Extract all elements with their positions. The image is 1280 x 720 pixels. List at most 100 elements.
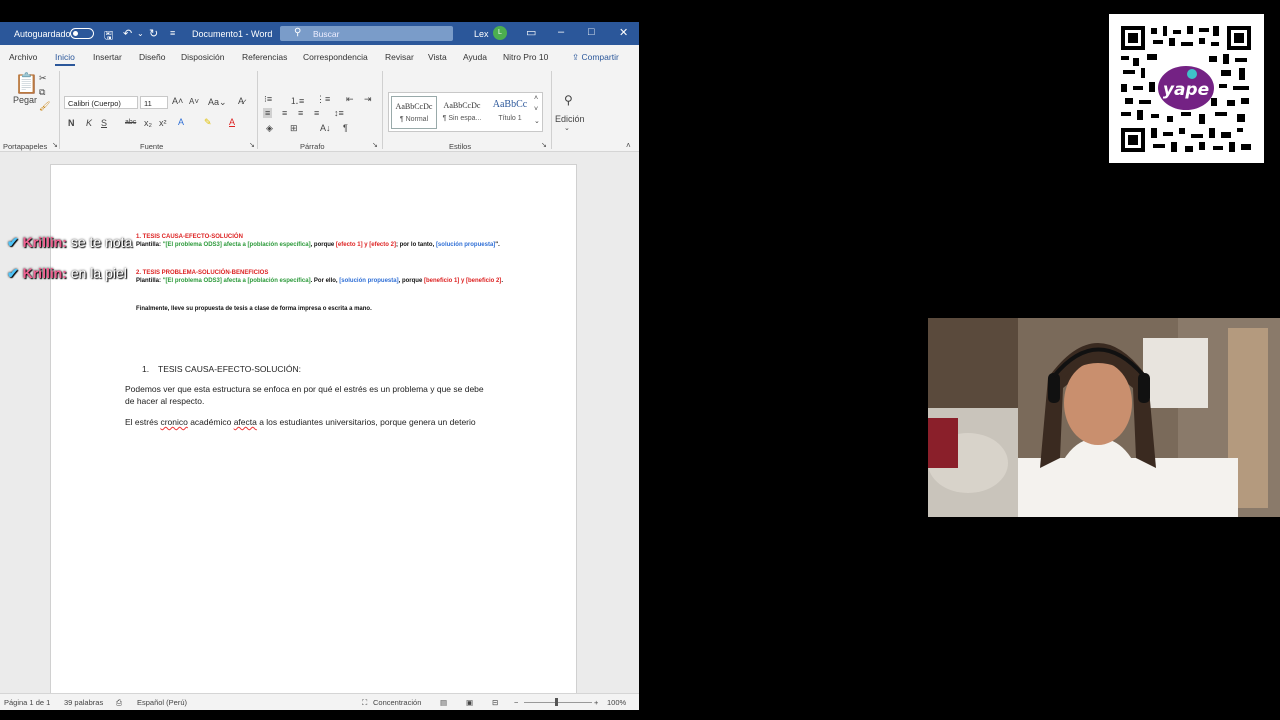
- tab-correspondencia[interactable]: Correspondencia: [303, 52, 368, 62]
- tab-vista[interactable]: Vista: [428, 52, 447, 62]
- styles-more-icon[interactable]: ⌄: [534, 117, 540, 125]
- change-case-icon[interactable]: Aa⌄: [208, 97, 227, 108]
- misspelled-word[interactable]: afecta: [234, 417, 257, 427]
- justify-icon[interactable]: ≡: [314, 108, 319, 118]
- text-run: a los estudiantes universitarios, porque…: [256, 417, 476, 427]
- format-painter-icon[interactable]: 🖌: [39, 101, 50, 112]
- cut-icon[interactable]: ✂: [39, 73, 47, 84]
- redo-icon[interactable]: ↻: [149, 27, 158, 40]
- shading-icon[interactable]: ◈: [266, 123, 273, 134]
- template-part: [efecto 1] y [efecto 2]: [335, 242, 396, 248]
- font-name-select[interactable]: Calibri (Cuerpo): [64, 96, 138, 109]
- tab-diseno[interactable]: Diseño: [139, 52, 165, 62]
- webcam-image: [928, 318, 1280, 517]
- italic-button[interactable]: K: [86, 118, 92, 128]
- borders-icon[interactable]: ⊞: [290, 123, 298, 134]
- editing-dropdown-icon[interactable]: ⌄: [564, 124, 570, 132]
- language[interactable]: Español (Perú): [137, 698, 187, 707]
- word-count[interactable]: 39 palabras: [64, 698, 103, 707]
- line-spacing-icon[interactable]: ↕≡: [334, 108, 344, 118]
- autosave-toggle[interactable]: [70, 28, 94, 39]
- minimize-icon[interactable]: –: [558, 26, 564, 38]
- subscript-button[interactable]: x₂: [144, 118, 152, 128]
- list-item: TESIS CAUSA-EFECTO-SOLUCIÓN:: [158, 364, 301, 374]
- show-marks-icon[interactable]: ¶: [343, 123, 348, 133]
- paragraph-launcher-icon[interactable]: ↘: [372, 141, 378, 149]
- styles-scroll-down-icon[interactable]: ˅: [534, 106, 538, 113]
- align-left-icon[interactable]: ≡: [263, 108, 273, 118]
- page-count[interactable]: Página 1 de 1: [4, 698, 50, 707]
- superscript-button[interactable]: x²: [159, 118, 167, 128]
- styles-gallery: AaBbCcDc ¶ Normal AaBbCcDc ¶ Sin espa...…: [388, 92, 543, 132]
- qr-code: yape: [1109, 14, 1264, 163]
- undo-icon[interactable]: ↶: [123, 27, 132, 40]
- increase-indent-icon[interactable]: ⇥: [364, 94, 372, 105]
- numbering-icon[interactable]: ⒈≡: [290, 94, 304, 107]
- align-right-icon[interactable]: ≡: [298, 108, 303, 118]
- share-button[interactable]: ⇪ Compartir: [572, 52, 619, 63]
- tab-inicio[interactable]: Inicio: [55, 52, 75, 66]
- tab-archivo[interactable]: Archivo: [9, 52, 37, 62]
- chat-message: ✔ Krillin: se te nota: [7, 234, 132, 251]
- copy-icon[interactable]: ⧉: [39, 87, 45, 98]
- styles-scroll-up-icon[interactable]: ˄: [534, 95, 538, 102]
- template-label: Plantilla:: [136, 278, 162, 284]
- font-color-icon[interactable]: A: [229, 117, 235, 127]
- font-launcher-icon[interactable]: ↘: [249, 141, 255, 149]
- style-heading-1[interactable]: AaBbCc Título 1: [487, 96, 533, 129]
- tab-nitro[interactable]: Nitro Pro 10: [503, 52, 548, 62]
- search-box[interactable]: ⚲ Buscar: [280, 26, 453, 41]
- tab-ayuda[interactable]: Ayuda: [463, 52, 487, 62]
- zoom-in-icon[interactable]: +: [594, 698, 598, 707]
- strikethrough-button[interactable]: abc: [125, 119, 136, 126]
- misspelled-word[interactable]: cronico: [160, 417, 187, 427]
- zoom-slider[interactable]: [524, 702, 592, 703]
- sort-icon[interactable]: A↓: [320, 123, 331, 133]
- multilevel-list-icon[interactable]: ⋮≡: [316, 94, 330, 105]
- underline-button[interactable]: S: [101, 118, 107, 128]
- tab-referencias[interactable]: Referencias: [242, 52, 287, 62]
- clear-format-icon[interactable]: A̷: [238, 96, 244, 106]
- clipboard-launcher-icon[interactable]: ↘: [52, 141, 58, 149]
- style-no-spacing[interactable]: AaBbCcDc ¶ Sin espa...: [439, 96, 485, 129]
- zoom-level[interactable]: 100%: [607, 698, 626, 707]
- zoom-out-icon[interactable]: −: [514, 698, 518, 707]
- paste-label[interactable]: Pegar: [13, 95, 37, 105]
- ribbon-display-icon[interactable]: ▭: [526, 26, 536, 39]
- align-center-icon[interactable]: ≡: [282, 108, 287, 118]
- undo-dropdown-icon[interactable]: ⌄: [137, 29, 144, 38]
- paste-icon[interactable]: 📋: [14, 71, 39, 96]
- styles-launcher-icon[interactable]: ↘: [541, 141, 547, 149]
- shrink-font-icon[interactable]: A˅: [189, 97, 199, 106]
- text-effects-icon[interactable]: A: [178, 117, 184, 127]
- bold-button[interactable]: N: [68, 118, 75, 128]
- tab-disposicion[interactable]: Disposición: [181, 52, 224, 62]
- font-size-select[interactable]: 11: [140, 96, 168, 109]
- editing-label[interactable]: Edición: [555, 114, 585, 124]
- grow-font-icon[interactable]: A˄: [172, 96, 183, 106]
- maximize-icon[interactable]: □: [588, 26, 595, 38]
- tab-insertar[interactable]: Insertar: [93, 52, 122, 62]
- find-icon[interactable]: ⚲: [564, 93, 573, 107]
- customize-toolbar-icon[interactable]: ≡: [170, 28, 175, 38]
- collapse-ribbon-icon[interactable]: ˄: [626, 141, 631, 150]
- print-layout-icon[interactable]: ▣: [466, 698, 473, 707]
- close-icon[interactable]: ✕: [619, 26, 628, 39]
- save-icon[interactable]: 🖫: [104, 27, 113, 46]
- user-name[interactable]: Lex: [474, 29, 489, 39]
- zoom-slider-thumb[interactable]: [555, 698, 558, 706]
- focus-label[interactable]: Concentración: [373, 698, 421, 707]
- style-normal[interactable]: AaBbCcDc ¶ Normal: [391, 96, 437, 129]
- avatar[interactable]: L: [493, 26, 507, 40]
- read-mode-icon[interactable]: ▤: [440, 698, 447, 707]
- template-part: [solución propuesta]: [435, 242, 496, 248]
- highlight-icon[interactable]: ✎: [204, 117, 212, 128]
- focus-icon[interactable]: ⛶: [362, 698, 367, 708]
- proofing-icon[interactable]: ⎙: [116, 698, 122, 708]
- decrease-indent-icon[interactable]: ⇤: [346, 94, 354, 105]
- bullets-icon[interactable]: ⁝≡: [264, 94, 272, 105]
- style-name: Título 1: [498, 115, 522, 122]
- web-layout-icon[interactable]: ⊟: [492, 698, 498, 707]
- tab-revisar[interactable]: Revisar: [385, 52, 414, 62]
- style-name: ¶ Normal: [399, 116, 429, 123]
